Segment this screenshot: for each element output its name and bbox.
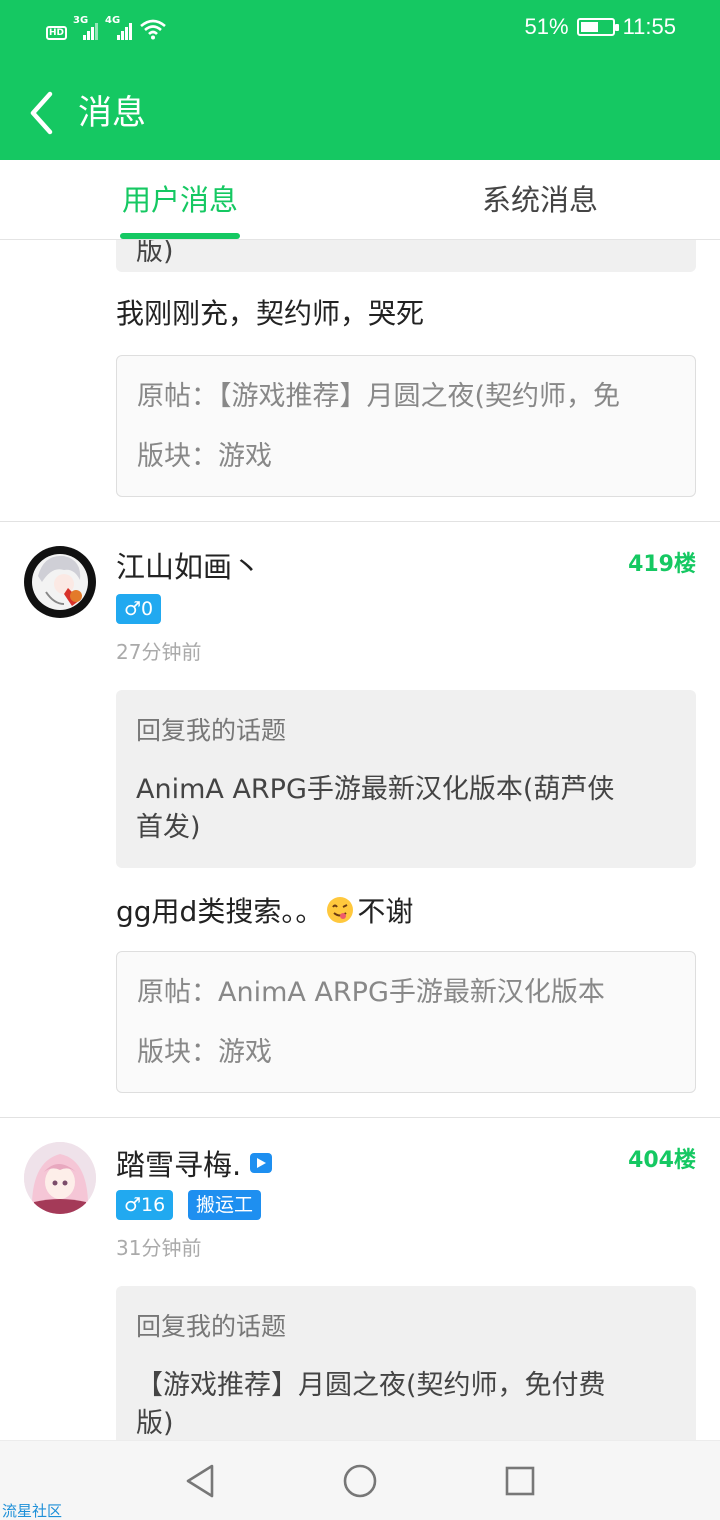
quote-text: 【游戏推荐】月圆之夜(契约师，免付费 [136,1370,606,1401]
yummy-emoji-icon [327,897,354,923]
status-left: HD 3G 4G [46,16,167,40]
signal-3g-icon: 3G [73,16,99,40]
role-tag: 搬运工 [188,1190,262,1220]
quote-text: 版) [136,240,174,267]
quote-text: 首发) [136,812,201,843]
status-bar: HD 3G 4G 51% 11:55 [0,0,720,58]
reply-text: 我刚刚充，契约师，哭死 [116,297,425,330]
battery-percent: 51% [524,14,569,39]
tab-bar: 用户消息 系统消息 [0,160,720,240]
original-post-box[interactable]: 原帖：AnimA ARPG手游最新汉化版本 版块：游戏 [116,951,696,1093]
gender-level-badge: ♂0 [116,594,162,624]
floor-number: 419楼 [628,552,696,577]
original-post-title: 原帖：AnimA ARPG手游最新汉化版本 [137,977,605,1008]
quote-text: AnimA ARPG手游最新汉化版本(葫芦侠 [136,774,615,805]
username[interactable]: 江山如画丶 [116,546,261,588]
tab-indicator [120,233,240,239]
app-screen: HD 3G 4G 51% 11:55 消息 用户消息 系统消息 版) 我刚刚充，… [0,0,720,1520]
gender-level-badge: ♂16 [116,1190,174,1220]
signal-4g-icon: 4G [105,16,133,40]
quote-box[interactable]: 回复我的话题 AnimA ARPG手游最新汉化版本(葫芦侠 首发) [116,690,696,868]
quote-text: 版) [136,1408,174,1439]
chevron-left-icon[interactable] [26,90,66,136]
avatar[interactable] [24,546,96,618]
video-icon [250,1153,273,1173]
divider [0,1117,720,1118]
username-row: 踏雪寻梅. [116,1142,273,1184]
quote-box[interactable]: 回复我的话题 【游戏推荐】月圆之夜(契约师，免付费 版) [116,1286,696,1440]
home-circle-icon[interactable] [342,1463,378,1499]
page-title: 消息 [78,93,146,133]
quote-header: 回复我的话题 [136,716,287,745]
reply-text: gg用d类搜索。。 不谢 [116,892,413,928]
tab-user-messages[interactable]: 用户消息 [60,160,300,240]
tab-system-messages[interactable]: 系统消息 [420,160,660,240]
hd-icon: HD [46,26,68,40]
recents-square-icon[interactable] [504,1465,536,1497]
clock: 11:55 [622,14,676,39]
board-label: 版块：游戏 [137,1037,272,1068]
battery-icon [576,18,619,36]
avatar[interactable] [24,1142,96,1214]
reply-text-start: gg用d类搜索。。 [116,895,324,928]
floor-number: 404楼 [628,1148,696,1173]
wifi-icon [140,19,166,40]
reply-text-end: 不谢 [357,895,414,928]
app-header: HD 3G 4G 51% 11:55 消息 [0,0,720,160]
watermark: 流星社区 [2,1502,63,1520]
timestamp: 27分钟前 [116,640,202,664]
original-post-title: 原帖：【游戏推荐】月圆之夜(契约师，免 [137,381,621,412]
status-right: 51% 11:55 [525,14,676,40]
quote-header: 回复我的话题 [136,1312,287,1341]
timestamp: 31分钟前 [116,1236,202,1260]
username[interactable]: 踏雪寻梅. [116,1142,241,1184]
board-label: 版块：游戏 [137,441,272,472]
divider [0,521,720,522]
back-triangle-icon[interactable] [184,1463,216,1499]
message-list[interactable]: 版) 我刚刚充，契约师，哭死 原帖：【游戏推荐】月圆之夜(契约师，免 版块：游戏… [0,240,720,1440]
original-post-box[interactable]: 原帖：【游戏推荐】月圆之夜(契约师，免 版块：游戏 [116,355,696,497]
quote-box[interactable]: 版) [116,240,696,272]
system-nav-bar [0,1440,720,1520]
